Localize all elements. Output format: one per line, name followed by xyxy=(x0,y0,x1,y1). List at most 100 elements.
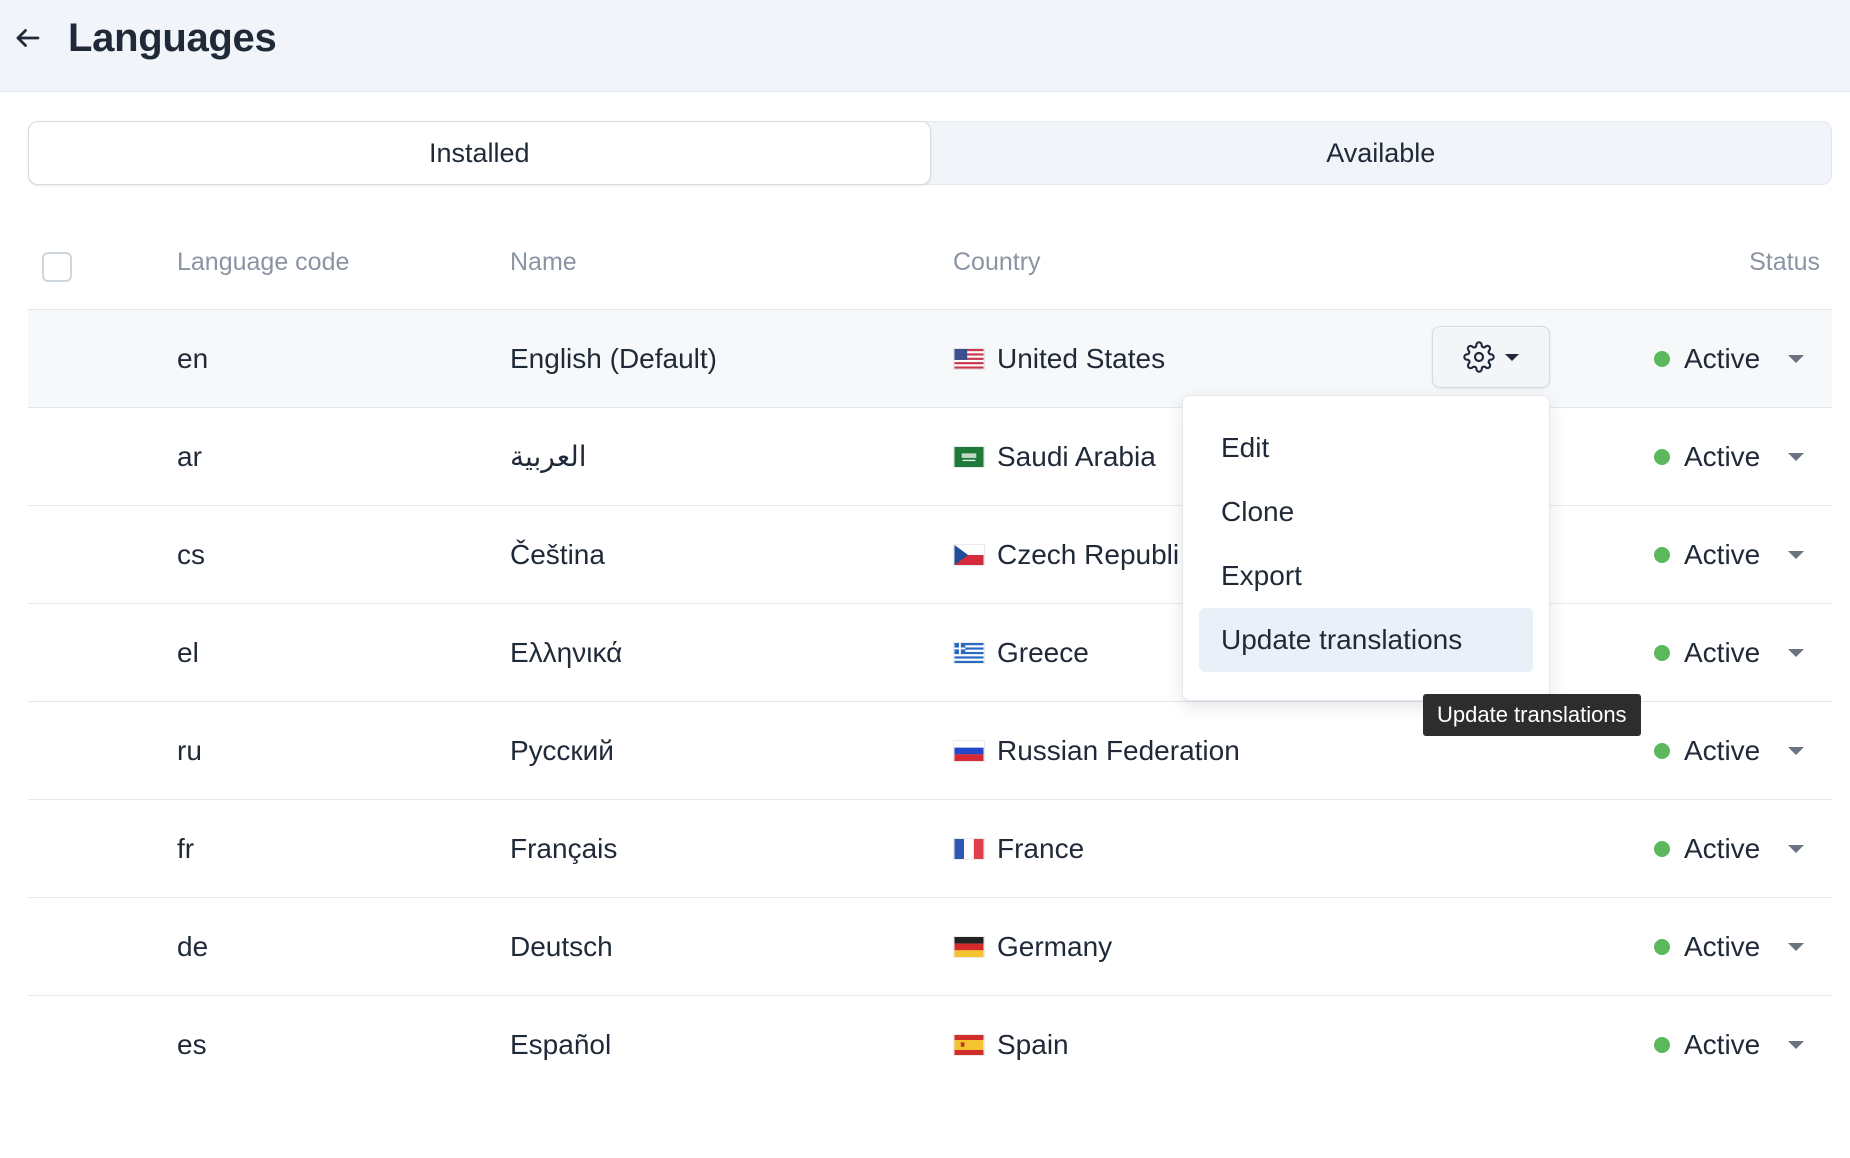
language-name: Русский xyxy=(510,735,614,766)
country-name: Russian Federation xyxy=(997,735,1240,766)
languages-table: Language code Name Country Status en Eng… xyxy=(28,212,1832,1094)
table-header: Language code Name Country Status xyxy=(28,212,1832,310)
country-name: United States xyxy=(997,343,1166,374)
caret-down-icon[interactable] xyxy=(1788,453,1805,461)
table-row[interactable]: es Español Spain Active xyxy=(28,996,1832,1094)
status-badge: Active xyxy=(1684,833,1761,864)
column-header-name[interactable]: Name xyxy=(510,248,577,277)
status-dot-icon xyxy=(1654,449,1670,465)
caret-down-icon[interactable] xyxy=(1788,747,1805,755)
caret-down-icon[interactable] xyxy=(1788,845,1805,853)
caret-down-icon[interactable] xyxy=(1788,943,1805,951)
column-header-country[interactable]: Country xyxy=(953,248,1041,277)
menu-item-update-translations[interactable]: Update translations xyxy=(1199,608,1533,672)
row-actions-menu: Edit Clone Export Update translations xyxy=(1182,395,1550,701)
country-cell: Saudi Arabia xyxy=(953,408,1156,506)
caret-down-icon[interactable] xyxy=(1788,355,1805,363)
status-cell: Active xyxy=(1654,702,1805,800)
menu-item-edit[interactable]: Edit xyxy=(1199,416,1533,480)
tab-installed[interactable]: Installed xyxy=(28,121,931,185)
status-dot-icon xyxy=(1654,645,1670,661)
language-name: العربية xyxy=(510,441,587,472)
language-name: Español xyxy=(510,1029,612,1060)
row-actions-button[interactable] xyxy=(1432,326,1550,388)
status-cell: Active xyxy=(1654,310,1805,408)
status-dot-icon xyxy=(1654,547,1670,563)
country-cell: France xyxy=(953,800,1084,898)
country-name: Germany xyxy=(997,931,1113,962)
country-name: Spain xyxy=(997,1029,1069,1060)
page-title: Languages xyxy=(68,16,277,60)
tab-bar: Installed Available xyxy=(28,121,1832,185)
status-dot-icon xyxy=(1654,939,1670,955)
gear-icon xyxy=(1463,341,1495,373)
es-flag-icon xyxy=(953,1034,985,1056)
de-flag-icon xyxy=(953,936,985,958)
language-name: Deutsch xyxy=(510,931,613,962)
status-cell: Active xyxy=(1654,506,1805,604)
cz-flag-icon xyxy=(953,544,985,566)
language-code: el xyxy=(177,637,199,668)
status-dot-icon xyxy=(1654,351,1670,367)
arrow-left-icon xyxy=(16,29,40,47)
sa-flag-icon xyxy=(953,446,985,468)
status-badge: Active xyxy=(1684,1029,1761,1060)
language-code: es xyxy=(177,1029,207,1060)
language-code: en xyxy=(177,343,209,374)
status-badge: Active xyxy=(1684,343,1761,374)
language-code: cs xyxy=(177,539,205,570)
status-badge: Active xyxy=(1684,539,1761,570)
status-cell: Active xyxy=(1654,408,1805,506)
menu-item-export[interactable]: Export xyxy=(1199,544,1533,608)
table-row[interactable]: el Ελληνικά Greece Active xyxy=(28,604,1832,702)
us-flag-icon xyxy=(953,348,985,370)
select-all-checkbox[interactable] xyxy=(42,252,72,282)
country-cell: Germany xyxy=(953,898,1112,996)
status-dot-icon xyxy=(1654,743,1670,759)
caret-down-icon[interactable] xyxy=(1788,551,1805,559)
language-code: fr xyxy=(177,833,195,864)
language-name: Français xyxy=(510,833,618,864)
country-name: France xyxy=(997,833,1085,864)
country-cell: Russian Federation xyxy=(953,702,1240,800)
language-name: Ελληνικά xyxy=(510,637,623,668)
status-dot-icon xyxy=(1654,841,1670,857)
table-row[interactable]: de Deutsch Germany Active xyxy=(28,898,1832,996)
caret-down-icon[interactable] xyxy=(1788,1041,1805,1049)
fr-flag-icon xyxy=(953,838,985,860)
page-header: Languages xyxy=(0,0,1850,92)
country-name: Saudi Arabia xyxy=(997,441,1156,472)
language-code: ar xyxy=(177,441,202,472)
tooltip: Update translations xyxy=(1423,694,1641,736)
status-cell: Active xyxy=(1654,898,1805,996)
caret-down-icon[interactable] xyxy=(1788,649,1805,657)
language-name: English (Default) xyxy=(510,343,717,374)
table-row[interactable]: fr Français France Active xyxy=(28,800,1832,898)
table-row[interactable]: cs Čeština Czech Republi Active xyxy=(28,506,1832,604)
country-cell: Spain xyxy=(953,996,1069,1094)
column-header-code[interactable]: Language code xyxy=(177,248,349,277)
country-cell: Greece xyxy=(953,604,1089,702)
status-badge: Active xyxy=(1684,735,1761,766)
status-badge: Active xyxy=(1684,931,1761,962)
country-name: Greece xyxy=(997,637,1089,668)
back-button[interactable] xyxy=(10,20,46,56)
status-cell: Active xyxy=(1654,996,1805,1094)
country-cell: United States xyxy=(953,310,1165,408)
column-header-status[interactable]: Status xyxy=(1749,248,1820,277)
tab-available[interactable]: Available xyxy=(931,122,1832,184)
country-cell: Czech Republi xyxy=(953,506,1179,604)
status-cell: Active xyxy=(1654,604,1805,702)
status-dot-icon xyxy=(1654,1037,1670,1053)
ru-flag-icon xyxy=(953,740,985,762)
gr-flag-icon xyxy=(953,642,985,664)
language-name: Čeština xyxy=(510,539,605,570)
language-code: ru xyxy=(177,735,202,766)
table-row[interactable]: en English (Default) United States Activ… xyxy=(28,310,1832,408)
menu-item-clone[interactable]: Clone xyxy=(1199,480,1533,544)
caret-down-icon xyxy=(1505,353,1519,361)
status-badge: Active xyxy=(1684,441,1761,472)
table-row[interactable]: ar العربية Saudi Arabia Active xyxy=(28,408,1832,506)
country-name: Czech Republi xyxy=(997,539,1180,570)
status-cell: Active xyxy=(1654,800,1805,898)
